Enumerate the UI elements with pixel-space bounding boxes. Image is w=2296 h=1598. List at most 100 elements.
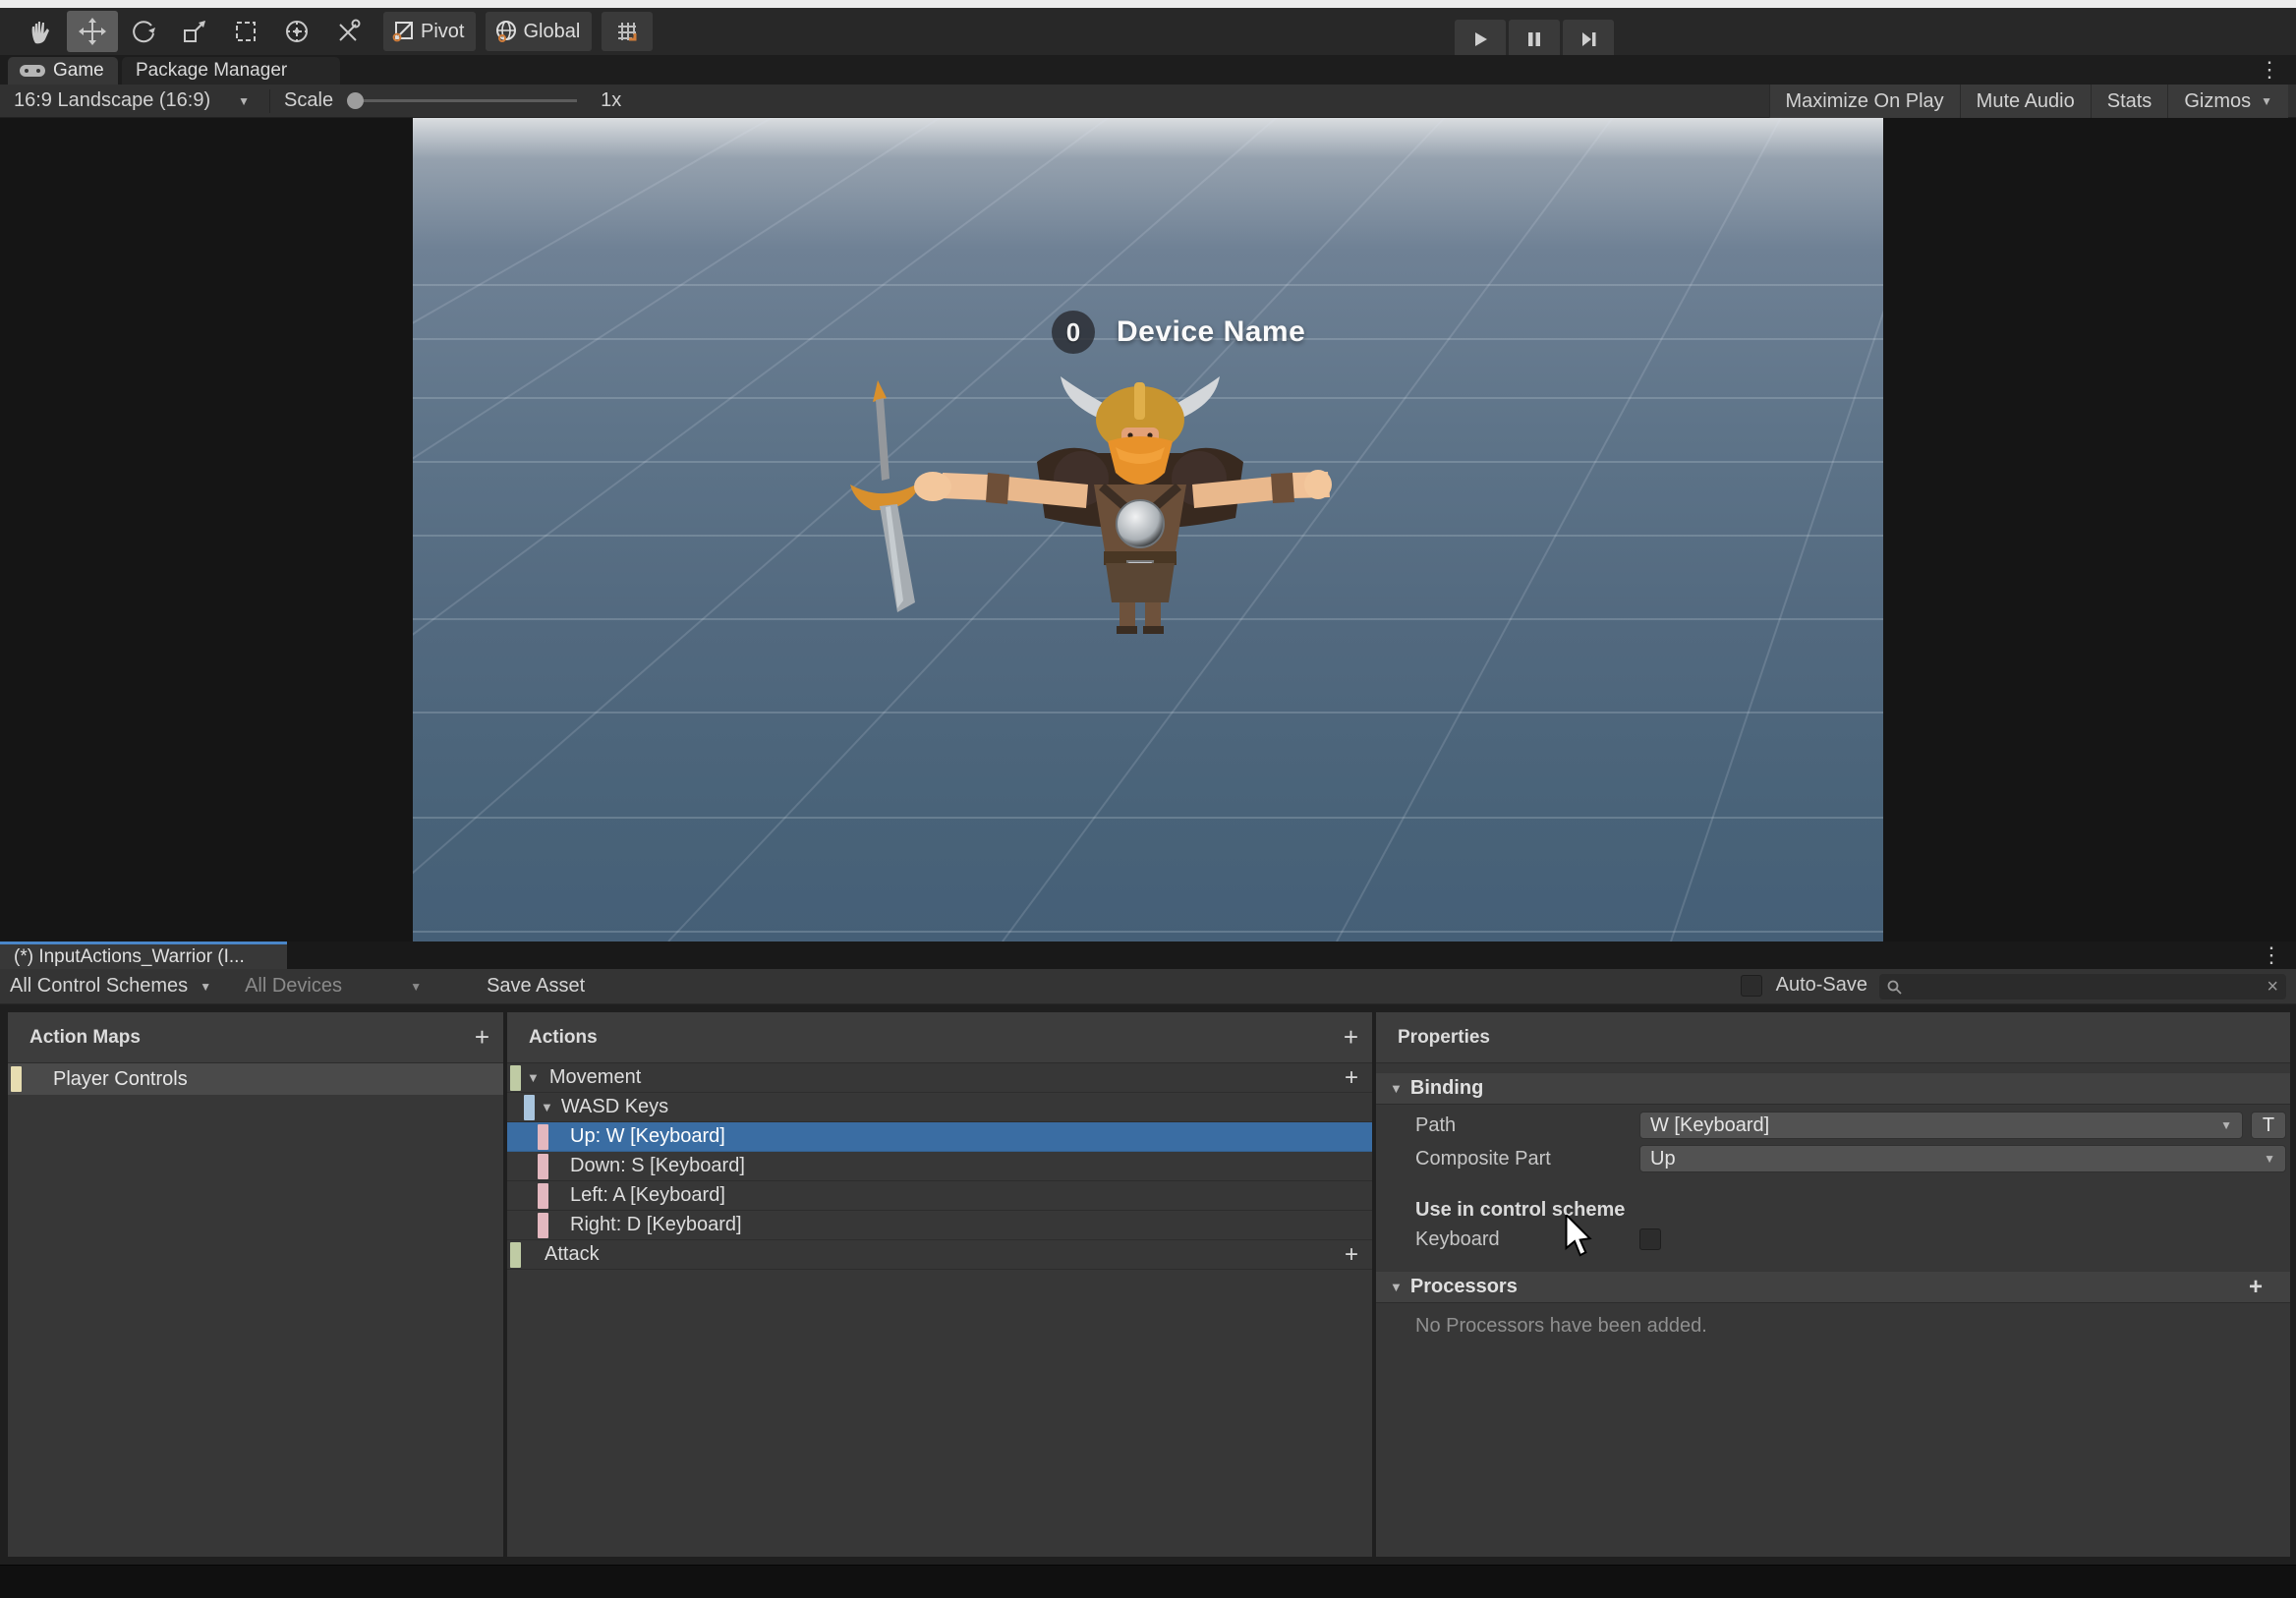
actions-header: Actions +	[507, 1012, 1372, 1063]
maximize-on-play-button[interactable]: Maximize On Play	[1769, 85, 1960, 118]
input-actions-tab-bar: (*) InputActions_Warrior (I... ⋮	[0, 942, 2296, 969]
path-dropdown[interactable]: W [Keyboard] ▼	[1639, 1112, 2243, 1139]
game-view-options: Maximize On Play Mute Audio Stats Gizmos…	[1769, 85, 2289, 118]
input-actions-menu-icon[interactable]: ⋮	[2261, 944, 2282, 966]
game-view-menu-icon[interactable]: ⋮	[2259, 59, 2280, 81]
action-maps-header: Action Maps +	[8, 1012, 503, 1063]
foldout-triangle-icon[interactable]: ▼	[527, 1070, 540, 1085]
save-asset-button[interactable]: Save Asset	[487, 975, 585, 998]
tab-input-actions[interactable]: (*) InputActions_Warrior (I...	[0, 942, 287, 969]
hand-tool-button[interactable]	[16, 11, 67, 52]
move-tool-button[interactable]	[67, 11, 118, 52]
custom-tools-button[interactable]	[322, 11, 373, 52]
action-row-attack[interactable]: Attack +	[507, 1240, 1372, 1270]
foldout-triangle-icon: ▼	[1390, 1081, 1403, 1096]
input-actions-tab-title: (*) InputActions_Warrior (I...	[14, 946, 245, 968]
aspect-ratio-dropdown[interactable]: 16:9 Landscape (16:9) ▼	[0, 85, 263, 117]
composite-part-dropdown[interactable]: Up ▼	[1639, 1145, 2286, 1172]
path-text-mode-label: T	[2263, 1114, 2274, 1137]
binding-row-up[interactable]: Up: W [Keyboard]	[507, 1122, 1372, 1152]
tab-game-label: Game	[53, 60, 104, 82]
rotate-tool-icon	[129, 17, 158, 46]
toolbar-divider	[269, 89, 270, 113]
stats-button[interactable]: Stats	[2091, 85, 2168, 118]
rect-tool-icon	[231, 17, 260, 46]
binding-row-down[interactable]: Down: S [Keyboard]	[507, 1152, 1372, 1181]
grid-snapping-icon	[614, 19, 640, 44]
add-binding-button[interactable]: +	[1345, 1064, 1358, 1092]
scheme-keyboard-row: Keyboard	[1376, 1225, 2290, 1254]
foldout-triangle-icon: ▼	[1390, 1280, 1403, 1294]
step-button[interactable]	[1563, 20, 1614, 59]
playmode-controls	[1455, 20, 1614, 59]
play-button[interactable]	[1455, 20, 1506, 59]
rect-tool-button[interactable]	[220, 11, 271, 52]
global-toggle-button[interactable]: Global	[486, 12, 592, 51]
device-name-overlay: 0 Device Name	[1052, 311, 1305, 354]
composite-part-row: Composite Part Up ▼	[1376, 1142, 2290, 1175]
action-color-stripe	[510, 1242, 521, 1268]
scale-slider-handle[interactable]	[347, 92, 364, 109]
processors-empty-message: No Processors have been added.	[1415, 1315, 1707, 1338]
action-row-movement[interactable]: ▼ Movement +	[507, 1063, 1372, 1093]
actions-title: Actions	[529, 1027, 598, 1049]
grid-snapping-button[interactable]	[602, 12, 653, 51]
transform-tools-group	[16, 11, 373, 52]
gizmos-dropdown[interactable]: Gizmos ▼	[2167, 85, 2288, 118]
add-processor-button[interactable]: +	[2249, 1274, 2263, 1301]
auto-save-group: Auto-Save	[1741, 974, 1867, 997]
mute-audio-label: Mute Audio	[1977, 90, 2075, 113]
processors-section-header[interactable]: ▼ Processors +	[1376, 1272, 2290, 1303]
action-color-stripe	[510, 1065, 521, 1091]
search-clear-icon[interactable]: ×	[2267, 976, 2278, 999]
rotate-tool-button[interactable]	[118, 11, 169, 52]
game-viewport[interactable]: 0 Device Name	[413, 118, 1883, 942]
chevron-down-icon: ▼	[2261, 94, 2272, 108]
scale-tool-icon	[180, 17, 209, 46]
step-icon	[1578, 29, 1598, 49]
action-map-row[interactable]: Player Controls	[8, 1063, 503, 1095]
composite-row-wasd[interactable]: ▼ WASD Keys	[507, 1093, 1372, 1122]
control-schemes-dropdown[interactable]: All Control Schemes ▼	[0, 975, 221, 998]
path-label: Path	[1415, 1114, 1456, 1137]
binding-section-label: Binding	[1410, 1077, 1483, 1100]
add-action-button[interactable]: +	[1344, 1022, 1358, 1053]
auto-save-checkbox[interactable]	[1741, 975, 1762, 997]
path-text-mode-button[interactable]: T	[2251, 1112, 2286, 1139]
tab-package-manager[interactable]: Package Manager	[122, 57, 340, 85]
mute-audio-button[interactable]: Mute Audio	[1960, 85, 2091, 118]
mouse-cursor	[1565, 1215, 1594, 1258]
scheme-keyboard-checkbox[interactable]	[1639, 1228, 1661, 1250]
chevron-down-icon: ▼	[2220, 1118, 2232, 1132]
search-icon	[1887, 980, 1902, 995]
aspect-ratio-value: 16:9 Landscape (16:9)	[14, 89, 210, 112]
custom-tools-icon	[333, 17, 363, 46]
foldout-triangle-icon[interactable]: ▼	[541, 1100, 553, 1114]
scale-slider[interactable]	[349, 99, 577, 102]
game-view-toolbar: 16:9 Landscape (16:9) ▼ Scale 1x Maximiz…	[0, 85, 2296, 118]
search-input[interactable]	[1910, 977, 2259, 998]
processors-empty-row: No Processors have been added.	[1376, 1311, 2290, 1341]
save-asset-label: Save Asset	[487, 975, 585, 997]
pause-button[interactable]	[1509, 20, 1560, 59]
maximize-on-play-label: Maximize On Play	[1786, 90, 1944, 113]
binding-label: Up: W [Keyboard]	[570, 1125, 725, 1148]
devices-dropdown[interactable]: All Devices ▼	[235, 975, 431, 998]
add-binding-button[interactable]: +	[1345, 1241, 1358, 1269]
gamepad-icon	[20, 63, 45, 79]
search-field[interactable]: ×	[1879, 974, 2286, 999]
action-maps-panel: Action Maps + Player Controls	[8, 1012, 503, 1557]
add-action-map-button[interactable]: +	[475, 1022, 489, 1053]
binding-section-header[interactable]: ▼ Binding	[1376, 1073, 2290, 1105]
binding-row-right[interactable]: Right: D [Keyboard]	[507, 1211, 1372, 1240]
chevron-down-icon: ▼	[238, 94, 250, 108]
properties-header: Properties	[1376, 1012, 2290, 1063]
pivot-toggle-button[interactable]: Pivot	[383, 12, 476, 51]
scale-tool-button[interactable]	[169, 11, 220, 52]
tab-game[interactable]: Game	[8, 57, 118, 85]
binding-row-left[interactable]: Left: A [Keyboard]	[507, 1181, 1372, 1211]
transform-tool-button[interactable]	[271, 11, 322, 52]
transform-tool-icon	[282, 17, 312, 46]
pause-icon	[1524, 29, 1544, 49]
chevron-down-icon: ▼	[2264, 1152, 2275, 1166]
